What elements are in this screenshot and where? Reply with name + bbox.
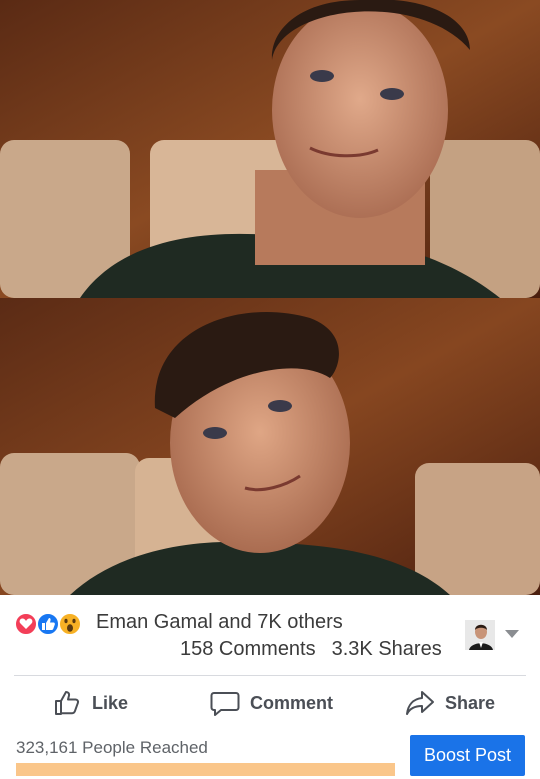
share-button[interactable]: Share xyxy=(405,686,495,720)
wow-icon xyxy=(58,612,82,636)
reaction-icons[interactable] xyxy=(14,612,94,636)
share-label: Share xyxy=(445,692,496,713)
engagement-counts: 158 Comments 3.3K Shares xyxy=(180,638,458,661)
post-photo-1[interactable] xyxy=(0,0,540,298)
post-photo-2[interactable] xyxy=(0,298,540,595)
photo-1-image xyxy=(0,0,540,298)
like-label: Like xyxy=(92,692,129,713)
reacted-by-text[interactable]: Eman Gamal and 7K others xyxy=(96,611,343,634)
comment-icon xyxy=(210,692,240,716)
boost-post-button[interactable]: Boost Post xyxy=(410,735,525,776)
thumbs-up-icon xyxy=(55,691,80,715)
post-actions: Like Comment Share xyxy=(0,680,540,726)
share-arrow-icon xyxy=(406,691,434,715)
people-reached-text: 323,161 People Reached xyxy=(16,738,208,757)
shares-count[interactable]: 3.3K Shares xyxy=(332,638,442,660)
chevron-down-icon[interactable] xyxy=(505,630,519,638)
reach-progress-bar xyxy=(16,763,395,776)
reactions-summary[interactable]: Eman Gamal and 7K others 158 Comments 3.3… xyxy=(0,600,540,670)
like-button[interactable]: Like xyxy=(52,686,128,720)
like-icon xyxy=(36,612,60,636)
reach-progress-fill xyxy=(16,763,395,776)
avatar[interactable] xyxy=(465,620,495,650)
comment-label: Comment xyxy=(250,692,334,713)
photo-2-image xyxy=(0,298,540,595)
comment-button[interactable]: Comment xyxy=(210,686,333,720)
love-icon xyxy=(14,612,38,636)
divider xyxy=(14,675,526,676)
comments-count[interactable]: 158 Comments xyxy=(180,638,316,660)
